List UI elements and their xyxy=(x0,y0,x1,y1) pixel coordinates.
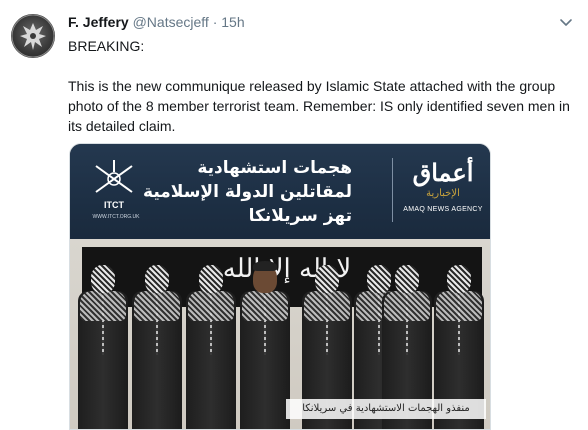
amaq-logo: أعماق الإخبارية AMAQ NEWS AGENCY xyxy=(400,158,486,228)
amaq-arabic: أعماق xyxy=(412,158,474,187)
tweet-paragraph: BREAKING: xyxy=(68,38,145,54)
photo-caption: منفذو الهجمات الاستشهادية في سريلانكا xyxy=(286,399,486,419)
figure xyxy=(78,265,128,429)
amaq-english: AMAQ NEWS AGENCY xyxy=(403,206,483,213)
tweet-card[interactable]: F. Jeffery @Natsecjeff · 15h BREAKING: T… xyxy=(0,0,588,430)
figure xyxy=(240,261,290,429)
tweet-paragraph: This is the new communique released by I… xyxy=(68,78,570,134)
tweet-media-image[interactable]: ITCT WWW.ITCT.ORG.UK هجمات استشهادية لمق… xyxy=(69,143,491,430)
figure xyxy=(186,265,236,429)
itct-logo: ITCT WWW.ITCT.ORG.UK xyxy=(92,158,139,220)
group-photo: لا إله إلا الله منفذو الهجمات الاستشهادي… xyxy=(70,239,490,429)
author-name[interactable]: F. Jeffery xyxy=(68,14,129,30)
crossed-swords-icon xyxy=(95,160,133,193)
tweet-header: F. Jeffery @Natsecjeff · 15h xyxy=(68,12,245,32)
author-handle[interactable]: @Natsecjeff xyxy=(133,14,209,30)
tweet-text: BREAKING: This is the new communique rel… xyxy=(68,36,573,136)
amaq-arabic-sub: الإخبارية xyxy=(426,188,460,199)
communique-banner: ITCT WWW.ITCT.ORG.UK هجمات استشهادية لمق… xyxy=(70,144,490,239)
banner-title: هجمات استشهادية لمقاتلين الدولة الإسلامي… xyxy=(143,158,352,226)
separator-dot: · xyxy=(212,14,218,30)
phoenix-emblem-icon xyxy=(11,14,55,58)
itct-label: ITCT xyxy=(104,200,124,210)
author-avatar[interactable] xyxy=(11,14,55,58)
banner-divider xyxy=(392,158,393,222)
more-options-button[interactable] xyxy=(556,12,576,32)
tweet-timestamp[interactable]: 15h xyxy=(221,14,244,30)
chevron-down-icon xyxy=(560,19,572,26)
figure xyxy=(132,265,182,429)
